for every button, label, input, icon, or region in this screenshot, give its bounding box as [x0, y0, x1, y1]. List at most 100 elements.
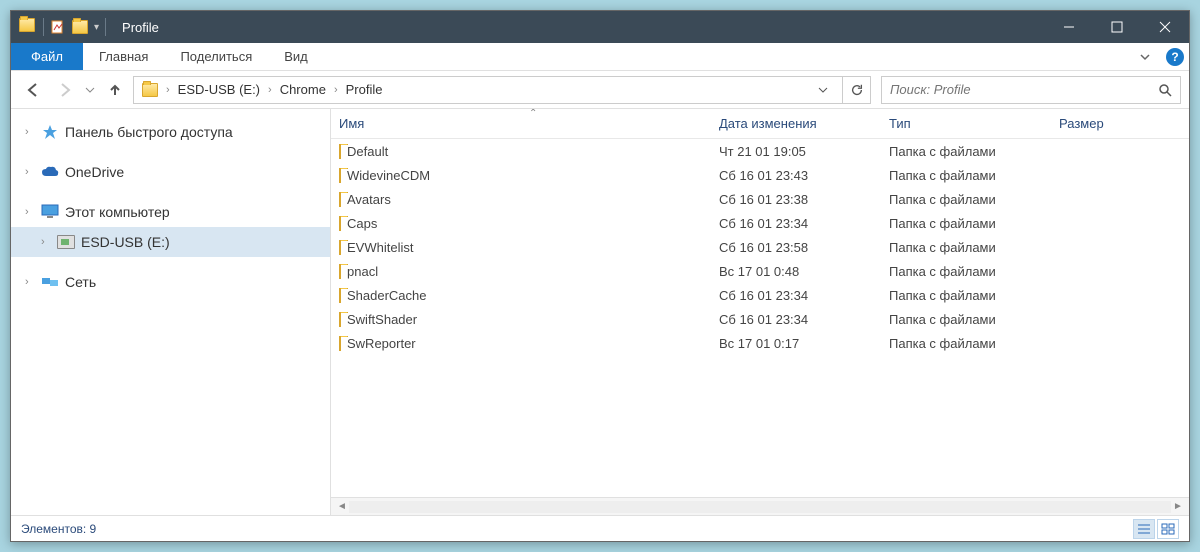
minimize-button[interactable]	[1045, 11, 1093, 43]
file-row[interactable]: pnaclВс 17 01 0:48Папка с файлами	[331, 259, 1189, 283]
scroll-right-icon[interactable]: ►	[1171, 501, 1185, 512]
sidebar-item-esdusb[interactable]: › ESD-USB (E:)	[11, 227, 330, 257]
sidebar-label: ESD-USB (E:)	[81, 234, 170, 250]
file-date: Чт 21 01 19:05	[711, 144, 881, 159]
chevron-right-icon: ›	[25, 276, 35, 288]
file-name: EVWhitelist	[347, 240, 413, 255]
file-name: SwiftShader	[347, 312, 417, 327]
sidebar-item-network[interactable]: › Сеть	[11, 267, 330, 297]
file-type: Папка с файлами	[881, 216, 1051, 231]
file-name: Default	[347, 144, 388, 159]
file-name: Caps	[347, 216, 377, 231]
qat-properties-icon[interactable]	[50, 19, 66, 35]
file-date: Сб 16 01 23:34	[711, 216, 881, 231]
search-icon[interactable]	[1158, 83, 1172, 97]
file-row[interactable]: Avatars Сб 16 01 23:38Папка с файлами	[331, 187, 1189, 211]
star-icon	[41, 123, 59, 141]
address-dropdown-icon[interactable]	[818, 85, 838, 95]
search-input[interactable]	[890, 82, 1158, 97]
help-button[interactable]: ?	[1161, 43, 1189, 70]
file-list[interactable]: DefaultЧт 21 01 19:05Папка с файламиWide…	[331, 139, 1189, 497]
close-button[interactable]	[1141, 11, 1189, 43]
address-bar[interactable]: › ESD-USB (E:) › Chrome › Profile	[133, 76, 843, 104]
file-row[interactable]: Caps Сб 16 01 23:34Папка с файлами	[331, 211, 1189, 235]
qat-dropdown-icon[interactable]: ▾	[94, 22, 99, 33]
folder-icon	[339, 192, 341, 207]
file-date: Сб 16 01 23:34	[711, 288, 881, 303]
file-date: Вс 17 01 0:17	[711, 336, 881, 351]
file-name: Avatars	[347, 192, 391, 207]
usb-drive-icon	[57, 233, 75, 251]
column-headers: Имя ⌃ Дата изменения Тип Размер	[331, 109, 1189, 139]
horizontal-scrollbar[interactable]: ◄ ►	[331, 497, 1189, 515]
sidebar-item-onedrive[interactable]: › OneDrive	[11, 157, 330, 187]
column-header-type[interactable]: Тип	[881, 116, 1051, 131]
file-name: SwReporter	[347, 336, 416, 351]
ribbon-tab-view[interactable]: Вид	[268, 43, 324, 70]
qat-divider	[105, 18, 106, 36]
file-row[interactable]: WidevineCDMСб 16 01 23:43Папка с файлами	[331, 163, 1189, 187]
file-row[interactable]: DefaultЧт 21 01 19:05Папка с файлами	[331, 139, 1189, 163]
content-pane: Имя ⌃ Дата изменения Тип Размер Default Ч…	[331, 109, 1189, 515]
navigation-pane: › Панель быстрого доступа › OneDrive › Э…	[11, 109, 331, 515]
ribbon-tab-home[interactable]: Главная	[83, 43, 164, 70]
column-header-date[interactable]: Дата изменения	[711, 116, 881, 131]
sidebar-label: OneDrive	[65, 164, 124, 180]
refresh-button[interactable]	[843, 76, 871, 104]
breadcrumb-root-icon[interactable]	[138, 83, 162, 97]
help-icon: ?	[1166, 48, 1184, 66]
folder-app-icon	[19, 18, 37, 36]
view-details-button[interactable]	[1133, 519, 1155, 539]
window-title: Profile	[122, 20, 159, 35]
folder-icon	[339, 264, 341, 279]
file-type: Папка с файлами	[881, 264, 1051, 279]
sidebar-item-quickaccess[interactable]: › Панель быстрого доступа	[11, 117, 330, 147]
qat-divider	[43, 18, 44, 36]
file-row[interactable]: SwReporter Вс 17 01 0:17Папка с файлами	[331, 331, 1189, 355]
file-type: Папка с файлами	[881, 240, 1051, 255]
sidebar-label: Панель быстрого доступа	[65, 124, 233, 140]
history-dropdown-icon[interactable]	[83, 76, 97, 104]
folder-icon	[339, 216, 341, 231]
file-type: Папка с файлами	[881, 312, 1051, 327]
sidebar-label: Этот компьютер	[65, 204, 170, 220]
file-row[interactable]: ShaderCacheСб 16 01 23:34Папка с файлами	[331, 283, 1189, 307]
file-row[interactable]: SwiftShaderСб 16 01 23:34Папка с файлами	[331, 307, 1189, 331]
chevron-right-icon: ›	[25, 126, 35, 138]
ribbon-collapse-icon[interactable]	[1129, 43, 1161, 70]
qat-newfolder-icon[interactable]	[72, 20, 88, 34]
file-type: Папка с файлами	[881, 336, 1051, 351]
status-bar: Элементов: 9	[11, 515, 1189, 541]
file-type: Папка с файлами	[881, 192, 1051, 207]
file-row[interactable]: EVWhitelist Сб 16 01 23:58Папка с файлами	[331, 235, 1189, 259]
ribbon-tab-file[interactable]: Файл	[11, 43, 83, 70]
chevron-right-icon: ›	[332, 84, 340, 96]
sidebar-item-thispc[interactable]: › Этот компьютер	[11, 197, 330, 227]
sort-indicator-icon: ⌃	[521, 109, 545, 119]
folder-icon	[339, 144, 341, 159]
breadcrumb-segment[interactable]: Profile	[342, 82, 387, 97]
monitor-icon	[41, 203, 59, 221]
breadcrumb-segment[interactable]: Chrome	[276, 82, 330, 97]
up-button[interactable]	[101, 76, 129, 104]
file-date: Сб 16 01 23:38	[711, 192, 881, 207]
view-icons-button[interactable]	[1157, 519, 1179, 539]
forward-button[interactable]	[51, 76, 79, 104]
file-type: Папка с файлами	[881, 168, 1051, 183]
folder-icon	[339, 312, 341, 327]
column-header-size[interactable]: Размер	[1051, 116, 1189, 131]
maximize-button[interactable]	[1093, 11, 1141, 43]
file-date: Сб 16 01 23:58	[711, 240, 881, 255]
back-button[interactable]	[19, 76, 47, 104]
ribbon: Файл Главная Поделиться Вид ?	[11, 43, 1189, 71]
breadcrumb-segment[interactable]: ESD-USB (E:)	[174, 82, 264, 97]
file-date: Вс 17 01 0:48	[711, 264, 881, 279]
file-date: Сб 16 01 23:43	[711, 168, 881, 183]
folder-icon	[339, 288, 341, 303]
titlebar: ▾ Profile	[11, 11, 1189, 43]
ribbon-tab-share[interactable]: Поделиться	[164, 43, 268, 70]
file-type: Папка с файлами	[881, 288, 1051, 303]
scroll-left-icon[interactable]: ◄	[335, 501, 349, 512]
search-box[interactable]	[881, 76, 1181, 104]
quick-access-toolbar: ▾	[11, 18, 114, 36]
